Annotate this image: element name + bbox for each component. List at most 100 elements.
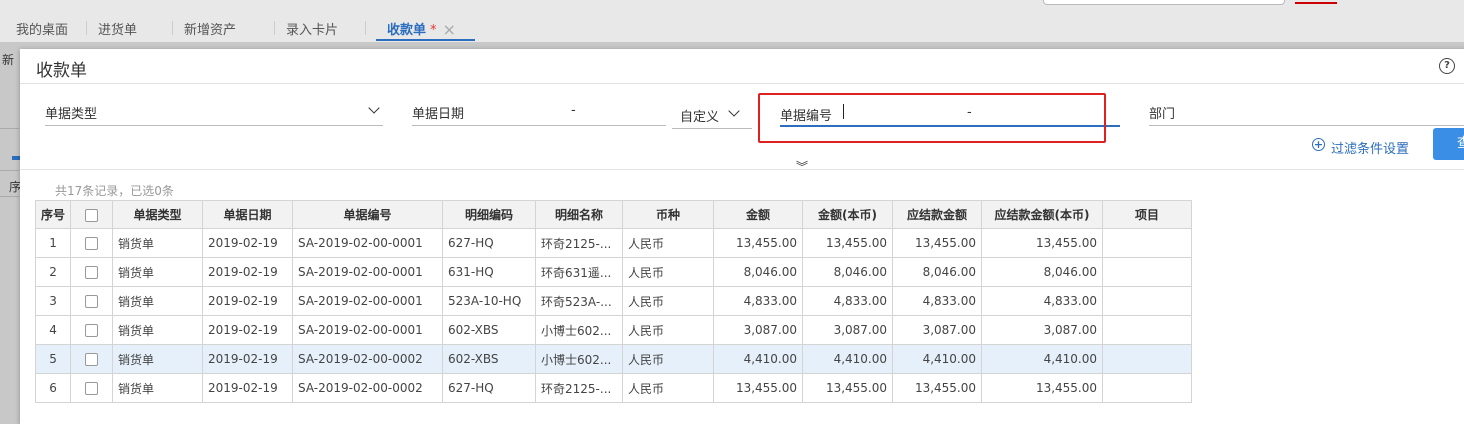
checkbox[interactable] [85,353,99,366]
header-doc-type[interactable]: 单据类型 [112,200,204,229]
cell-select[interactable] [70,228,114,258]
table-row[interactable]: 1 销货单 2019-02-19 SA-2019-02-00-0001 627-HQ 环奇… [34,228,1193,258]
top-link[interactable] [1295,0,1337,4]
cell-select[interactable] [70,257,114,287]
background-divider [0,128,19,129]
background-divider [0,196,19,197]
cell-receivable-local: 4,410.00 [981,344,1104,374]
doc-type-select[interactable] [45,125,383,126]
header-doc-date[interactable]: 单据日期 [202,200,294,229]
tab-enter-card[interactable]: 录入卡片 [286,19,338,38]
cell-project [1102,286,1193,316]
table-row[interactable]: 6 销货单 2019-02-19 SA-2019-02-00-0002 627-HQ 环奇… [34,373,1193,403]
cell-amount: 4,410.00 [713,344,804,374]
header-receivable[interactable]: 应结款金额 [892,200,983,229]
cell-doc-date: 2019-02-19 [202,257,294,287]
cell-receivable: 13,455.00 [892,373,983,403]
tab-purchase-order[interactable]: 进货单 [98,19,137,38]
cell-project [1102,373,1193,403]
cell-select[interactable] [70,373,114,403]
cell-item-name: 环奇2125-... [535,228,624,258]
cell-currency: 人民币 [622,257,715,287]
tab-my-desktop[interactable]: 我的桌面 [16,19,68,38]
checkbox[interactable] [85,208,99,222]
header-currency[interactable]: 币种 [622,200,715,229]
header-receivable-local[interactable]: 应结款金额(本币) [981,200,1104,229]
cell-amount: 13,455.00 [713,373,804,403]
tab-divider [365,21,366,35]
checkbox[interactable] [85,324,99,337]
header-amount-local[interactable]: 金额(本币) [802,200,894,229]
cell-currency: 人民币 [622,344,715,374]
cell-project [1102,257,1193,287]
checkbox[interactable] [85,237,99,250]
tab-new-asset[interactable]: 新增资产 [184,19,236,38]
cell-doc-type: 销货单 [112,228,204,258]
table-row[interactable]: 2 销货单 2019-02-19 SA-2019-02-00-0001 631-HQ 环奇… [34,257,1193,287]
date-mode-select[interactable]: 自定义 [680,106,719,125]
tab-divider [274,21,275,35]
filter-settings-link[interactable]: 过滤条件设置 [1331,138,1409,157]
header-item-name[interactable]: 明细名称 [535,200,624,229]
table-row[interactable]: 5 销货单 2019-02-19 SA-2019-02-00-0002 602-XBS 小… [34,344,1193,374]
cell-seq: 4 [34,315,72,345]
cell-amount: 3,087.00 [713,315,804,345]
record-summary: 共17条记录，已选0条 [55,184,174,198]
cell-amount-local: 8,046.00 [802,257,894,287]
cell-doc-type: 销货单 [112,257,204,287]
header-item-code[interactable]: 明细编码 [442,200,537,229]
cell-doc-type: 销货单 [112,344,204,374]
cell-doc-date: 2019-02-19 [202,315,294,345]
cell-item-name: 环奇2125-... [535,373,624,403]
cell-seq: 6 [34,373,72,403]
chevron-down-icon[interactable] [728,105,740,117]
dept-input[interactable] [1149,125,1464,126]
cell-receivable: 8,046.00 [892,257,983,287]
help-icon[interactable]: ? [1439,58,1455,74]
collapse-icon[interactable]: ︾ [792,161,812,178]
cell-currency: 人民币 [622,373,715,403]
table-row[interactable]: 3 销货单 2019-02-19 SA-2019-02-00-0001 523A-10-… [34,286,1193,316]
cell-item-name: 小博士602... [535,344,624,374]
cell-item-name: 小博士602... [535,315,624,345]
tab-receipt-label: 收款单 [387,23,427,38]
cell-doc-date: 2019-02-19 [202,228,294,258]
plus-circle-icon[interactable]: + [1312,138,1325,151]
header-amount[interactable]: 金额 [713,200,804,229]
cell-select[interactable] [70,344,114,374]
cell-doc-no: SA-2019-02-00-0001 [292,286,444,316]
cell-doc-no: SA-2019-02-00-0001 [292,315,444,345]
query-button[interactable]: 查 [1433,128,1464,160]
cell-select[interactable] [70,315,114,345]
table-header-row: 序号 单据类型 单据日期 单据编号 明细编码 明细名称 币种 金额 金额(本币)… [34,200,1193,229]
tab-receipt[interactable]: 收款单 * × [387,19,456,39]
header-select-all[interactable] [70,200,114,229]
cell-project [1102,315,1193,345]
cell-project [1102,228,1193,258]
cell-seq: 2 [34,257,72,287]
header-doc-no[interactable]: 单据编号 [292,200,444,229]
doc-date-range-input[interactable] [412,125,666,126]
checkbox[interactable] [85,266,99,279]
doc-date-label: 单据日期 [412,107,465,122]
checkbox[interactable] [85,295,99,308]
records-table: 序号 单据类型 单据日期 单据编号 明细编码 明细名称 币种 金额 金额(本币)… [34,200,1193,403]
background-new-button[interactable]: 新 [2,51,14,68]
chevron-down-icon[interactable] [368,102,380,114]
cell-amount-local: 3,087.00 [802,315,894,345]
cell-item-code: 523A-10-HQ [442,286,537,316]
tab-divider [86,21,87,35]
table-row[interactable]: 4 销货单 2019-02-19 SA-2019-02-00-0001 602-XBS 小… [34,315,1193,345]
header-seq: 序号 [34,200,72,229]
top-search-field[interactable] [1043,0,1285,5]
highlight-box [758,93,1106,143]
cell-receivable-local: 3,087.00 [981,315,1104,345]
cell-doc-no: SA-2019-02-00-0002 [292,344,444,374]
header-project[interactable]: 项目 [1102,200,1193,229]
cell-select[interactable] [70,286,114,316]
cell-receivable-local: 13,455.00 [981,228,1104,258]
cell-receivable: 4,833.00 [892,286,983,316]
doc-type-label: 单据类型 [45,107,98,122]
checkbox[interactable] [85,382,99,395]
close-icon[interactable]: × [443,20,456,39]
